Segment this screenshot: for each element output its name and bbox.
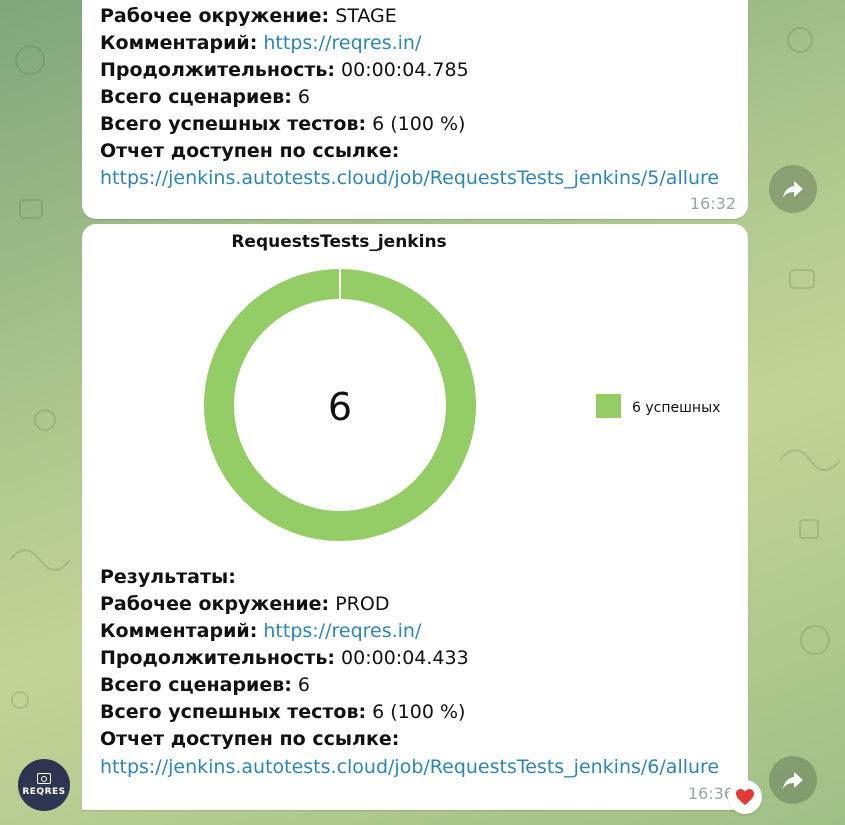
report-label: Отчет доступен по ссылке: bbox=[100, 728, 400, 750]
env-line: Рабочее окружение: PROD bbox=[100, 593, 390, 615]
env-line: Рабочее окружение: STAGE bbox=[100, 5, 397, 27]
donut-center-label: 6 bbox=[328, 385, 352, 429]
reaction-heart[interactable] bbox=[728, 780, 762, 814]
scenarios-line: Всего сценариев: 6 bbox=[100, 674, 310, 696]
message-bubble-stage: Рабочее окружение: STAGE Комментарий: ht… bbox=[82, 0, 748, 219]
share-arrow-icon bbox=[783, 181, 803, 198]
camera-icon bbox=[37, 773, 51, 784]
report-label: Отчет доступен по ссылке: bbox=[100, 140, 400, 162]
report-link[interactable]: https://jenkins.autotests.cloud/job/Requ… bbox=[100, 755, 719, 779]
passed-line: Всего успешных тестов: 6 (100 %) bbox=[100, 701, 466, 723]
report-link[interactable]: https://jenkins.autotests.cloud/job/Requ… bbox=[100, 166, 719, 190]
share-button[interactable] bbox=[769, 756, 817, 804]
results-heading: Результаты: bbox=[100, 566, 236, 588]
heart-icon bbox=[736, 789, 754, 805]
comment-link[interactable]: https://reqres.in/ bbox=[263, 32, 421, 54]
comment-link[interactable]: https://reqres.in/ bbox=[263, 620, 421, 642]
duration-line: Продолжительность: 00:00:04.785 bbox=[100, 59, 469, 81]
scenarios-line: Всего сценариев: 6 bbox=[100, 86, 310, 108]
chart-title: RequestsTests_jenkins bbox=[231, 232, 446, 252]
share-button[interactable] bbox=[769, 165, 817, 213]
comment-line: Комментарий: https://reqres.in/ bbox=[100, 32, 422, 54]
legend-swatch bbox=[596, 394, 621, 418]
passed-line: Всего успешных тестов: 6 (100 %) bbox=[100, 113, 466, 135]
share-arrow-icon bbox=[783, 772, 803, 789]
chart: RequestsTests_jenkins 6 6 успешных bbox=[204, 232, 720, 541]
message-time: 16:32 bbox=[689, 194, 736, 213]
message-time: 16:36 bbox=[687, 784, 734, 803]
avatar[interactable]: REQRES bbox=[18, 759, 70, 811]
avatar-label: REQRES bbox=[22, 787, 66, 797]
duration-line: Продолжительность: 00:00:04.433 bbox=[100, 647, 469, 669]
message-bubble-prod: RequestsTests_jenkins 6 6 успешных Резул… bbox=[82, 224, 762, 814]
legend-label: 6 успешных bbox=[632, 400, 720, 416]
comment-line: Комментарий: https://reqres.in/ bbox=[100, 620, 422, 642]
